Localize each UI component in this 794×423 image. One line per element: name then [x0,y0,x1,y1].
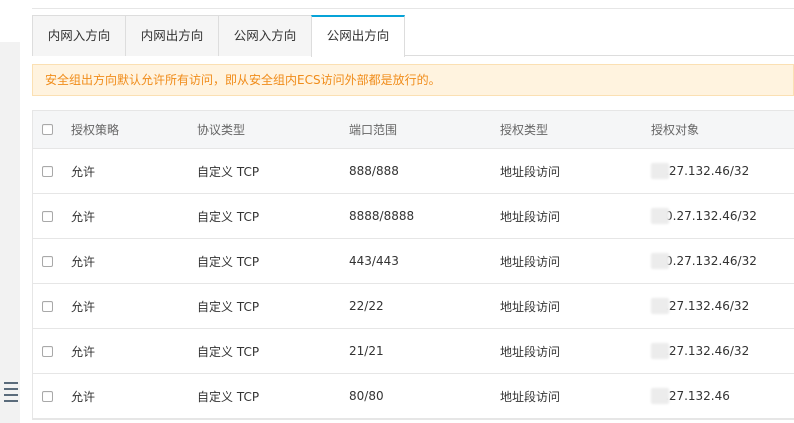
rules-table: 授权策略 协议类型 端口范围 授权类型 授权对象 允许 自定义 TCP 888/… [32,110,794,420]
cell-protocol: 自定义 TCP [197,254,260,269]
table-row: 允许 自定义 TCP 888/888 地址段访问 .27.132.46/32 [33,149,794,194]
cell-auth-type: 地址段访问 [500,344,561,359]
cell-auth-object: 0.27.132.46/32 [651,194,757,238]
auth-object-text: .27.132.46/32 [665,299,750,313]
cell-auth-object: 0.27.132.46/32 [651,239,757,283]
cell-auth-object: .27.132.46 [651,374,730,418]
cell-policy: 允许 [71,389,96,404]
row-checkbox[interactable] [42,210,53,222]
tab-internet-outbound[interactable]: 公网出方向 [311,15,405,57]
divider [32,8,794,9]
cell-policy: 允许 [71,299,96,314]
row-checkbox[interactable] [42,300,53,312]
select-all-checkbox[interactable] [42,124,53,135]
table-header: 授权策略 协议类型 端口范围 授权类型 授权对象 [33,111,794,149]
row-checkbox[interactable] [42,345,53,357]
row-checkbox[interactable] [42,390,53,402]
cell-auth-type: 地址段访问 [500,299,561,314]
redaction-mark [651,343,669,359]
cell-auth-type: 地址段访问 [500,164,561,179]
table-row: 允许 自定义 TCP 80/80 地址段访问 .27.132.46 [33,374,794,419]
table-row: 允许 自定义 TCP 21/21 地址段访问 .27.132.46/32 [33,329,794,374]
cell-protocol: 自定义 TCP [197,164,260,179]
direction-tabs: 内网入方向 内网出方向 公网入方向 公网出方向 [32,15,794,57]
cell-port: 80/80 [349,389,384,403]
cell-policy: 允许 [71,164,96,179]
table-row: 允许 自定义 TCP 8888/8888 地址段访问 0.27.132.46/3… [33,194,794,239]
redaction-mark [651,163,669,179]
header-port-range: 端口范围 [349,123,398,137]
auth-object-text: 0.27.132.46/32 [665,209,757,223]
cell-auth-object: .27.132.46/32 [651,149,749,193]
cell-protocol: 自定义 TCP [197,344,260,359]
row-checkbox[interactable] [42,165,53,177]
header-policy: 授权策略 [71,123,120,137]
cell-auth-object: .27.132.46/32 [651,329,749,373]
cell-auth-type: 地址段访问 [500,254,561,269]
redaction-mark [651,388,669,404]
cell-auth-type: 地址段访问 [500,389,561,404]
menu-icon[interactable] [4,382,18,416]
auth-object-text: 0.27.132.46/32 [665,254,757,268]
cell-policy: 允许 [71,254,96,269]
tab-internet-inbound[interactable]: 公网入方向 [218,15,312,56]
row-checkbox[interactable] [42,255,53,267]
cell-policy: 允许 [71,344,96,359]
cell-protocol: 自定义 TCP [197,209,260,224]
left-sidebar-edge [0,0,20,423]
auth-object-text: .27.132.46/32 [665,344,750,358]
cell-auth-object: .27.132.46/32 [651,284,749,328]
tab-intranet-outbound[interactable]: 内网出方向 [125,15,219,56]
sidebar-top-block [0,0,20,42]
security-rules-panel: 内网入方向 内网出方向 公网入方向 公网出方向 安全组出方向默认允许所有访问，即… [32,0,794,423]
cell-port: 888/888 [349,164,399,178]
cell-port: 8888/8888 [349,209,415,223]
table-row: 允许 自定义 TCP 22/22 地址段访问 .27.132.46/32 [33,284,794,329]
tab-intranet-inbound[interactable]: 内网入方向 [32,15,126,56]
header-auth-object: 授权对象 [651,123,700,137]
table-row: 允许 自定义 TCP 443/443 地址段访问 0.27.132.46/32 [33,239,794,284]
cell-protocol: 自定义 TCP [197,299,260,314]
redaction-mark [651,253,669,269]
auth-object-text: .27.132.46/32 [665,164,750,178]
header-protocol: 协议类型 [197,123,246,137]
cell-policy: 允许 [71,209,96,224]
cell-port: 443/443 [349,254,399,268]
cell-port: 21/21 [349,344,384,358]
auth-object-text: .27.132.46 [665,389,730,403]
cell-port: 22/22 [349,299,384,313]
redaction-mark [651,208,669,224]
redaction-mark [651,298,669,314]
select-all-checkbox-cell[interactable] [42,111,53,148]
notice-banner: 安全组出方向默认允许所有访问，即从安全组内ECS访问外部都是放行的。 [32,64,794,96]
cell-protocol: 自定义 TCP [197,389,260,404]
header-auth-type: 授权类型 [500,123,549,137]
cell-auth-type: 地址段访问 [500,209,561,224]
